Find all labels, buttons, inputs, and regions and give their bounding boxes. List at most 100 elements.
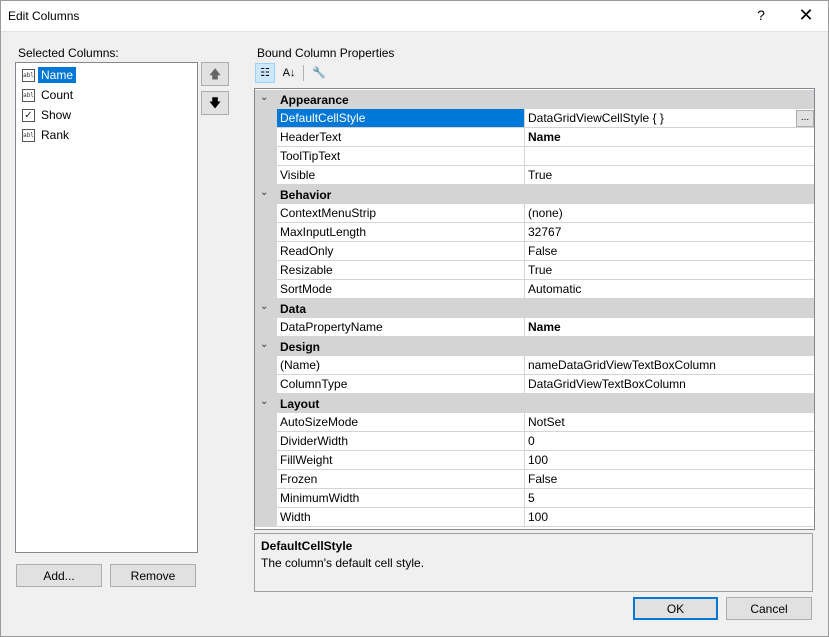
collapse-icon[interactable]: ⌄ [260, 187, 268, 198]
property-row[interactable]: DividerWidth 0 [255, 432, 814, 451]
property-value[interactable]: False [525, 242, 814, 261]
collapse-icon[interactable]: ⌄ [260, 301, 268, 312]
property-value[interactable]: 100 [525, 508, 814, 527]
row-margin [255, 128, 277, 147]
property-row[interactable]: Resizable True [255, 261, 814, 280]
property-name[interactable]: ContextMenuStrip [277, 204, 525, 223]
property-row[interactable]: ToolTipText [255, 147, 814, 166]
row-margin [255, 508, 277, 527]
property-grid[interactable]: ⌄ Appearance DefaultCellStyle DataGridVi… [254, 88, 815, 530]
category-behavior[interactable]: ⌄ Behavior [255, 185, 814, 204]
property-row[interactable]: SortMode Automatic [255, 280, 814, 299]
column-item-rank[interactable]: abl Rank [20, 126, 190, 144]
property-value[interactable]: Automatic [525, 280, 814, 299]
property-name[interactable]: DefaultCellStyle [277, 109, 525, 128]
property-name[interactable]: AutoSizeMode [277, 413, 525, 432]
property-row[interactable]: DataPropertyName Name [255, 318, 814, 337]
column-item-show[interactable]: ✓ Show [20, 106, 190, 124]
textbox-column-icon: abl [22, 129, 35, 142]
remove-button[interactable]: Remove [110, 564, 196, 587]
sort-az-icon: A↓ [282, 67, 296, 79]
property-row[interactable]: ReadOnly False [255, 242, 814, 261]
property-name[interactable]: Frozen [277, 470, 525, 489]
property-value[interactable]: 32767 [525, 223, 814, 242]
alphabetical-view-button[interactable]: A↓ [279, 63, 299, 83]
property-name[interactable]: SortMode [277, 280, 525, 299]
property-name[interactable]: ReadOnly [277, 242, 525, 261]
property-value[interactable]: Name [525, 128, 814, 147]
help-button[interactable]: ? [738, 0, 784, 31]
category-design[interactable]: ⌄ Design [255, 337, 814, 356]
property-value[interactable]: False [525, 470, 814, 489]
property-value[interactable]: 0 [525, 432, 814, 451]
property-row[interactable]: MaxInputLength 32767 [255, 223, 814, 242]
move-down-button[interactable]: 🡇 [201, 91, 229, 115]
row-margin [255, 489, 277, 508]
column-item-name[interactable]: abl Name [20, 66, 190, 84]
column-item-count[interactable]: abl Count [20, 86, 190, 104]
property-value[interactable]: 5 [525, 489, 814, 508]
property-name[interactable]: Resizable [277, 261, 525, 280]
row-margin [255, 451, 277, 470]
property-value[interactable]: True [525, 166, 814, 185]
categorized-icon: ☷ [260, 67, 270, 79]
property-row[interactable]: Frozen False [255, 470, 814, 489]
property-row[interactable]: Visible True [255, 166, 814, 185]
row-margin [255, 356, 277, 375]
property-row[interactable]: FillWeight 100 [255, 451, 814, 470]
property-value[interactable]: True [525, 261, 814, 280]
selected-columns-list[interactable]: abl Name abl Count ✓ Show abl Rank [15, 62, 198, 553]
property-row[interactable]: (Name) nameDataGridViewTextBoxColumn [255, 356, 814, 375]
property-name[interactable]: ColumnType [277, 375, 525, 394]
row-margin [255, 318, 277, 337]
property-row[interactable]: AutoSizeMode NotSet [255, 413, 814, 432]
property-value[interactable]: 100 [525, 451, 814, 470]
property-name[interactable]: FillWeight [277, 451, 525, 470]
property-name[interactable]: DataPropertyName [277, 318, 525, 337]
cancel-button[interactable]: Cancel [726, 597, 812, 620]
add-button[interactable]: Add... [16, 564, 102, 587]
property-row[interactable]: ColumnType DataGridViewTextBoxColumn [255, 375, 814, 394]
property-row[interactable]: DefaultCellStyle DataGridViewCellStyle {… [255, 109, 814, 128]
close-button[interactable]: ✕ [783, 0, 829, 31]
property-value[interactable]: DataGridViewTextBoxColumn [525, 375, 814, 394]
collapse-icon[interactable]: ⌄ [260, 92, 268, 103]
property-value[interactable]: (none) [525, 204, 814, 223]
row-margin [255, 413, 277, 432]
categorized-view-button[interactable]: ☷ [255, 63, 275, 83]
row-margin [255, 470, 277, 489]
property-name[interactable]: MaxInputLength [277, 223, 525, 242]
property-row[interactable]: HeaderText Name [255, 128, 814, 147]
description-panel: DefaultCellStyle The column's default ce… [254, 533, 813, 592]
category-layout[interactable]: ⌄ Layout [255, 394, 814, 413]
row-margin [255, 166, 277, 185]
ellipsis-button[interactable]: ... [796, 110, 814, 127]
property-value[interactable] [525, 147, 814, 166]
category-appearance[interactable]: ⌄ Appearance [255, 90, 814, 109]
property-name[interactable]: Width [277, 508, 525, 527]
property-name[interactable]: HeaderText [277, 128, 525, 147]
category-name: Design [280, 340, 321, 354]
property-row[interactable]: ContextMenuStrip (none) [255, 204, 814, 223]
property-name[interactable]: MinimumWidth [277, 489, 525, 508]
collapse-icon[interactable]: ⌄ [260, 339, 268, 350]
property-name[interactable]: ToolTipText [277, 147, 525, 166]
property-value[interactable]: nameDataGridViewTextBoxColumn [525, 356, 814, 375]
row-margin [255, 432, 277, 451]
property-value[interactable]: NotSet [525, 413, 814, 432]
category-name: Data [280, 302, 307, 316]
property-name[interactable]: Visible [277, 166, 525, 185]
property-row[interactable]: MinimumWidth 5 [255, 489, 814, 508]
property-value[interactable]: DataGridViewCellStyle { } [525, 109, 814, 128]
collapse-icon[interactable]: ⌄ [260, 396, 268, 407]
category-data[interactable]: ⌄ Data [255, 299, 814, 318]
ok-button[interactable]: OK [633, 597, 718, 620]
property-pages-button[interactable]: 🔧 [309, 63, 329, 83]
move-up-button[interactable]: 🡅 [201, 62, 229, 86]
row-margin [255, 280, 277, 299]
window-title: Edit Columns [8, 9, 80, 23]
property-row[interactable]: Width 100 [255, 508, 814, 527]
property-name[interactable]: DividerWidth [277, 432, 525, 451]
property-value[interactable]: Name [525, 318, 814, 337]
property-name[interactable]: (Name) [277, 356, 525, 375]
